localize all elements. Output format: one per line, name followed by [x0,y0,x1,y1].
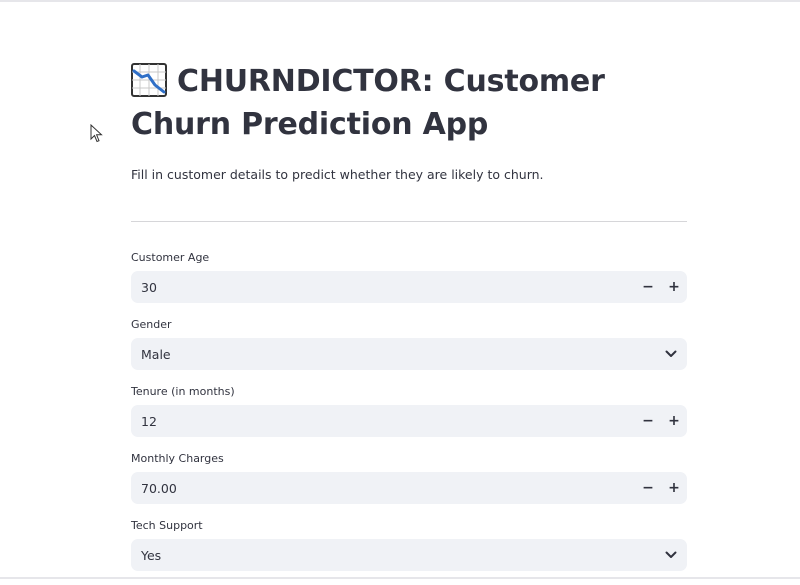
customer-age-label: Customer Age [131,251,210,264]
page-title: CHURNDICTOR: Customer Churn Prediction A… [131,60,687,146]
tenure-increment-button[interactable]: + [661,405,687,437]
monthly-charges-increment-button[interactable]: + [661,472,687,504]
tenure-decrement-button[interactable]: − [635,405,661,437]
customer-age-decrement-button[interactable]: − [635,271,661,303]
monthly-charges-number-input[interactable]: 70.00 − + [131,472,687,504]
monthly-charges-decrement-button[interactable]: − [635,472,661,504]
monthly-charges-field: Monthly Charges 70.00 − + [131,451,687,504]
gender-field: Gender Male [131,317,687,370]
chart-decreasing-icon [131,63,167,97]
page-title-text: CHURNDICTOR: Customer Churn Prediction A… [131,64,605,142]
tenure-field: Tenure (in months) 12 − + [131,384,687,437]
monthly-charges-label: Monthly Charges [131,452,224,465]
top-border [0,0,800,2]
gender-select[interactable]: Male [131,338,687,370]
customer-age-number-input[interactable]: 30 − + [131,271,687,303]
customer-age-value[interactable]: 30 [131,280,635,295]
tech-support-field: Tech Support Yes [131,518,687,571]
gender-label: Gender [131,318,172,331]
chevron-down-icon[interactable] [655,338,687,370]
page-subtitle: Fill in customer details to predict whet… [131,167,544,182]
divider [131,221,687,222]
mouse-pointer-icon [90,124,103,143]
tenure-number-input[interactable]: 12 − + [131,405,687,437]
tenure-value[interactable]: 12 [131,414,635,429]
tenure-label: Tenure (in months) [131,385,235,398]
tech-support-selected-value[interactable]: Yes [131,548,655,563]
gender-selected-value[interactable]: Male [131,347,655,362]
customer-age-field: Customer Age 30 − + [131,250,687,303]
monthly-charges-value[interactable]: 70.00 [131,481,635,496]
tech-support-label: Tech Support [131,519,203,532]
customer-form: Customer Age 30 − + Gender Male Tenure (… [131,250,687,571]
customer-age-increment-button[interactable]: + [661,271,687,303]
tech-support-select[interactable]: Yes [131,539,687,571]
chevron-down-icon[interactable] [655,539,687,571]
main-container: CHURNDICTOR: Customer Churn Prediction A… [131,60,687,585]
